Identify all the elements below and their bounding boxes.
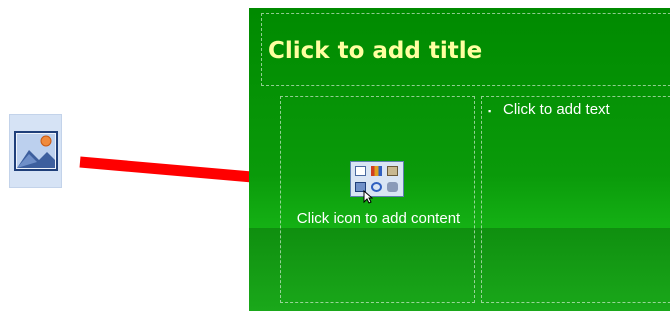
insert-media-icon[interactable] <box>387 182 398 192</box>
title-placeholder[interactable]: Click to add title <box>261 13 670 86</box>
content-placeholder[interactable]: Click icon to add content <box>280 96 475 303</box>
insert-picture-button[interactable] <box>9 114 62 188</box>
text-placeholder[interactable]: ▪ Click to add text <box>481 96 670 303</box>
insert-picture-icon <box>14 131 58 171</box>
insert-chart-icon[interactable] <box>371 166 382 176</box>
content-palette-icon[interactable] <box>350 161 404 204</box>
title-placeholder-text: Click to add title <box>268 38 483 64</box>
content-placeholder-text: Click icon to add content <box>296 210 461 227</box>
insert-table-icon[interactable] <box>355 166 366 176</box>
bullet-marker: ▪ <box>488 106 492 116</box>
insert-clip-art-icon[interactable] <box>387 166 398 176</box>
slide-canvas[interactable]: Click to add title Click icon to add con… <box>249 8 670 311</box>
mouse-pointer-icon <box>363 190 373 204</box>
text-placeholder-text: Click to add text <box>503 101 610 118</box>
